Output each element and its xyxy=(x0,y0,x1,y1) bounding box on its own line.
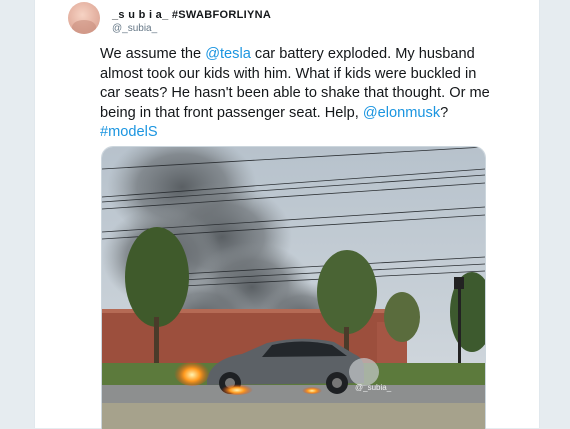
avatar[interactable] xyxy=(68,2,100,34)
user-handle[interactable]: @_subia_ xyxy=(112,23,157,34)
media-watermark: @_subia_ xyxy=(355,383,392,392)
hashtag-modelS-link[interactable]: #modelS xyxy=(100,124,158,140)
display-name[interactable]: _s u b i a_ #SWABFORLIYNA xyxy=(112,9,271,21)
road xyxy=(102,385,485,403)
tweet-text: We assume the @tesla car battery explode… xyxy=(100,45,490,143)
burning-car-photo xyxy=(102,147,485,429)
tweet-media[interactable]: @_subia_ xyxy=(101,146,486,429)
mention-elonmusk-link[interactable]: @elonmusk xyxy=(363,105,440,121)
mention-tesla-link[interactable]: @tesla xyxy=(205,46,251,62)
tweet-text-part: We assume the xyxy=(100,46,206,62)
tweet-text-part: ? xyxy=(440,104,449,121)
